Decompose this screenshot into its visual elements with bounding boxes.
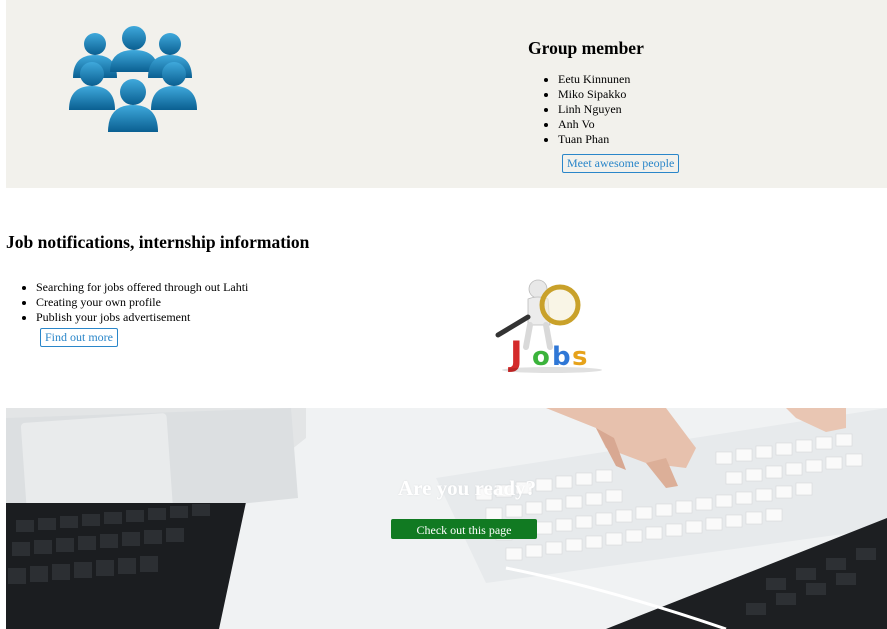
find-out-more-button[interactable]: Find out more — [40, 328, 118, 347]
list-item: Creating your own profile — [36, 295, 396, 310]
group-member-section: Group member Eetu Kinnunen Miko Sipakko … — [6, 0, 887, 188]
list-item: Miko Sipakko — [558, 87, 828, 102]
list-item: Searching for jobs offered through out L… — [36, 280, 396, 295]
list-item: Tuan Phan — [558, 132, 828, 147]
hero-banner: Are you ready? Check out this page — [6, 408, 887, 629]
list-item: Linh Nguyen — [558, 102, 828, 117]
jobs-magnifier-image: J o b s — [495, 279, 602, 374]
member-list: Eetu Kinnunen Miko Sipakko Linh Nguyen A… — [528, 72, 828, 147]
jobs-feature-list: Searching for jobs offered through out L… — [6, 280, 396, 325]
group-title: Group member — [528, 38, 644, 58]
list-item: Publish your jobs advertisement — [36, 310, 396, 325]
check-out-page-button[interactable]: Check out this page — [391, 519, 537, 539]
list-item: Eetu Kinnunen — [558, 72, 828, 87]
list-item: Anh Vo — [558, 117, 828, 132]
people-group-icon — [69, 26, 197, 132]
jobs-title: Job notifications, internship informatio… — [6, 232, 310, 252]
hero-title: Are you ready? — [397, 476, 537, 500]
group-info: Group member Eetu Kinnunen Miko Sipakko … — [528, 38, 828, 147]
meet-people-button[interactable]: Meet awesome people — [562, 154, 680, 173]
